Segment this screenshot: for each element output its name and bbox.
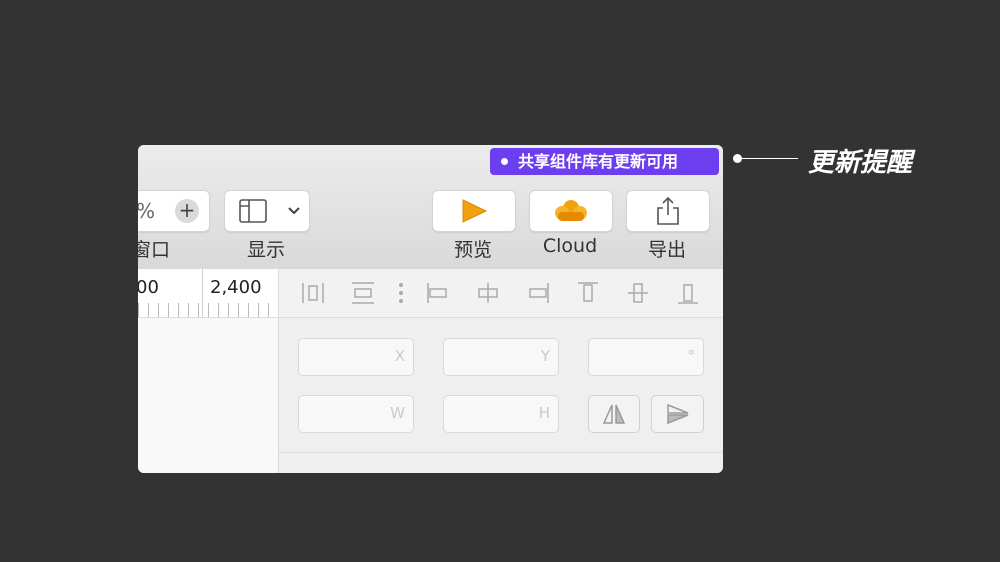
display-button[interactable]: [224, 190, 310, 232]
height-field[interactable]: H: [443, 395, 559, 433]
y-position-field[interactable]: Y: [443, 338, 559, 376]
shared-library-update-badge[interactable]: 共享组件库有更新可用: [490, 148, 719, 175]
app-window: 共享组件库有更新可用 % + 窗口 显示 预览: [138, 145, 723, 473]
layout-icon: [239, 199, 267, 223]
zoom-percent-text: %: [138, 199, 155, 223]
flip-vertical-icon: [666, 403, 688, 425]
align-right-icon[interactable]: [524, 279, 552, 307]
toolbar: 共享组件库有更新可用 % + 窗口 显示 预览: [138, 145, 723, 270]
alignment-toolbar: [279, 269, 723, 318]
flip-horizontal-icon: [602, 404, 626, 424]
export-button[interactable]: [626, 190, 710, 232]
cloud-label: Cloud: [542, 235, 598, 257]
horizontal-ruler: 00 2,400: [138, 269, 278, 318]
preview-button[interactable]: [432, 190, 516, 232]
width-field[interactable]: W: [298, 395, 414, 433]
more-icon[interactable]: [387, 279, 415, 307]
zoom-in-button[interactable]: +: [175, 199, 199, 223]
ruler-ticks: [138, 303, 278, 317]
chevron-down-icon: [288, 207, 300, 215]
w-label: W: [390, 404, 405, 422]
align-left-icon[interactable]: [424, 279, 452, 307]
flip-vertical-button[interactable]: [651, 395, 704, 433]
distribute-horizontal-icon[interactable]: [299, 279, 327, 307]
annotation-label: 更新提醒: [808, 148, 913, 178]
distribute-vertical-icon[interactable]: [349, 279, 377, 307]
align-bottom-icon[interactable]: [674, 279, 702, 307]
h-label: H: [538, 404, 550, 422]
inspector-panel: X Y ° W H: [278, 269, 723, 473]
x-label: X: [394, 347, 405, 365]
share-icon: [657, 196, 679, 225]
cloud-button[interactable]: [529, 190, 613, 232]
ruler-value-left: 00: [138, 277, 159, 298]
align-top-icon[interactable]: [574, 279, 602, 307]
rotation-field[interactable]: °: [588, 338, 704, 376]
y-label: Y: [540, 347, 550, 365]
play-icon: [462, 199, 488, 223]
degree-label: °: [687, 347, 696, 365]
align-vertical-center-icon[interactable]: [624, 279, 652, 307]
flip-horizontal-button[interactable]: [588, 395, 640, 433]
cloud-icon: [555, 200, 587, 221]
align-horizontal-center-icon[interactable]: [474, 279, 502, 307]
window-label: 窗口: [138, 239, 171, 261]
badge-text: 共享组件库有更新可用: [518, 152, 679, 171]
section-divider: [279, 452, 723, 453]
display-label: 显示: [246, 239, 285, 261]
x-position-field[interactable]: X: [298, 338, 414, 376]
badge-dot-icon: [501, 158, 508, 165]
annotation-line: [738, 158, 798, 159]
canvas-area[interactable]: [138, 318, 278, 473]
preview-label: 预览: [453, 239, 492, 261]
ruler-value-right: 2,400: [210, 277, 262, 298]
export-label: 导出: [647, 239, 686, 261]
zoom-control[interactable]: % +: [138, 190, 210, 232]
